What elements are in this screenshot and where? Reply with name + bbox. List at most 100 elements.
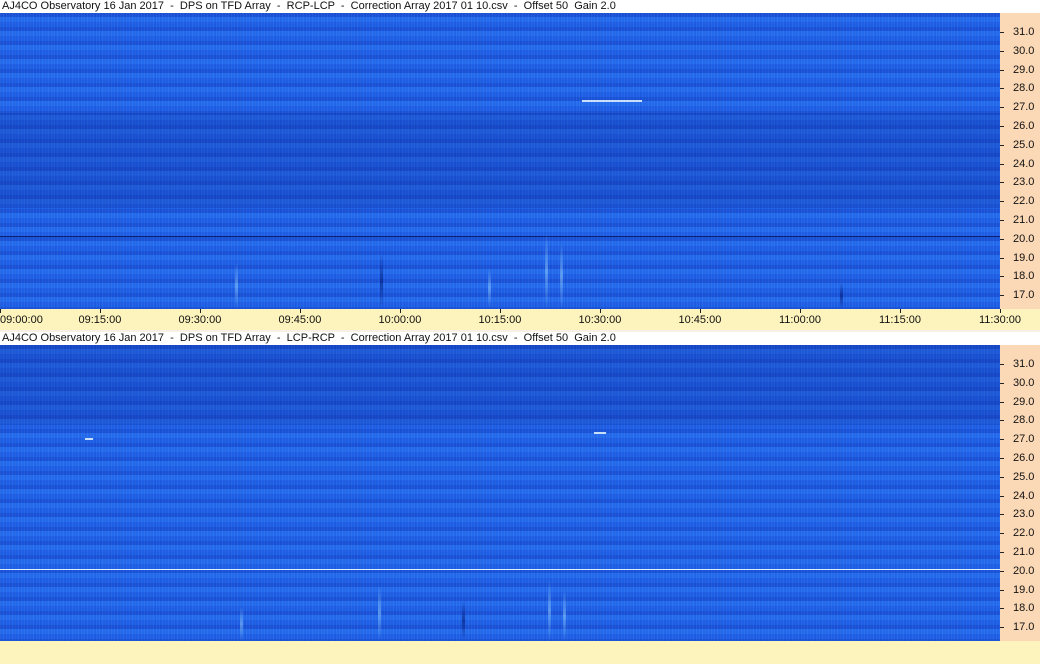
frequency-tick: 31.0 (1000, 26, 1040, 38)
frequency-tick-label: 23.0 (1013, 176, 1035, 189)
horizontal-marker-line (0, 569, 1000, 570)
burst-streak (563, 590, 566, 641)
signal-blip (85, 438, 93, 440)
frequency-tick: 31.0 (1000, 358, 1040, 370)
tick-mark (100, 309, 101, 313)
burst-streak (378, 585, 381, 641)
frequency-tick: 30.0 (1000, 45, 1040, 57)
tick-mark (1000, 144, 1004, 146)
tick-mark (1000, 182, 1004, 184)
frequency-tick-label: 19.0 (1013, 583, 1035, 596)
frequency-tick: 29.0 (1000, 64, 1040, 76)
frequency-tick-label: 31.0 (1013, 26, 1035, 38)
frequency-tick: 17.0 (1000, 621, 1040, 633)
time-axis: 09:00:00 09:15:00 09:30:00 09:45:00 10:00:00… (0, 309, 1040, 330)
frequency-tick: 23.0 (1000, 508, 1040, 520)
tick-mark (1000, 238, 1004, 240)
time-tick-label: 09:30:00 (178, 314, 222, 326)
signal-blip (594, 432, 606, 434)
burst-streak (462, 600, 465, 641)
tick-mark (1000, 163, 1004, 165)
frequency-tick-label: 27.0 (1013, 101, 1035, 114)
frequency-tick: 30.0 (1000, 377, 1040, 389)
tick-mark (200, 309, 201, 313)
tick-mark (1000, 608, 1004, 610)
frequency-tick-label: 17.0 (1013, 289, 1035, 302)
tick-mark (1000, 220, 1004, 221)
frequency-tick-label: 29.0 (1013, 63, 1035, 76)
tick-mark (1000, 439, 1004, 441)
tick-mark (1000, 69, 1004, 71)
tick-mark (600, 309, 601, 313)
frequency-tick-label: 26.0 (1013, 120, 1035, 132)
tick-mark (1000, 126, 1004, 127)
burst-streak (488, 268, 491, 308)
tick-mark (1000, 476, 1004, 478)
time-tick-label: 10:45:00 (678, 314, 722, 326)
frequency-tick-label: 20.0 (1013, 564, 1035, 577)
frequency-tick-label: 21.0 (1013, 546, 1035, 558)
top-spectrogram[interactable] (0, 13, 1000, 309)
frequency-tick: 19.0 (1000, 584, 1040, 596)
frequency-tick-label: 24.0 (1013, 157, 1035, 170)
burst-streak (235, 263, 238, 309)
tick-mark (1000, 627, 1004, 629)
tick-mark (1000, 514, 1004, 516)
time-tick-label: 09:45:00 (278, 314, 322, 326)
frequency-tick: 22.0 (1000, 195, 1040, 207)
frequency-tick: 27.0 (1000, 433, 1040, 445)
burst-streak (560, 243, 563, 309)
frequency-tick-label: 30.0 (1013, 376, 1035, 389)
tick-mark (1000, 309, 1001, 313)
bottom-panel-title: AJ4CO Observatory 16 Jan 2017 - DPS on T… (0, 332, 1040, 345)
frequency-tick: 19.0 (1000, 252, 1040, 264)
signal-blip (582, 100, 642, 102)
time-tick-label: 10:00:00 (378, 314, 422, 326)
frequency-tick-label: 22.0 (1013, 527, 1035, 540)
tick-mark (0, 309, 1, 313)
tick-mark (400, 309, 401, 313)
frequency-tick: 22.0 (1000, 527, 1040, 539)
tick-mark (1000, 276, 1004, 278)
frequency-tick: 26.0 (1000, 120, 1040, 132)
horizontal-marker-line (0, 236, 1000, 237)
frequency-tick: 28.0 (1000, 82, 1040, 94)
tick-mark (1000, 364, 1004, 365)
bottom-frequency-axis: 31.0 30.0 29.0 28.0 27.0 26.0 25.0 24.0 23.0 22.0… (1000, 345, 1040, 641)
tick-mark (500, 309, 501, 313)
frequency-tick-label: 25.0 (1013, 470, 1035, 483)
frequency-tick-label: 19.0 (1013, 251, 1035, 264)
tick-mark (700, 309, 701, 313)
frequency-tick-label: 27.0 (1013, 433, 1035, 446)
top-panel-title: AJ4CO Observatory 16 Jan 2017 - DPS on T… (0, 0, 1040, 13)
frequency-tick-label: 29.0 (1013, 395, 1035, 408)
frequency-tick: 24.0 (1000, 158, 1040, 170)
bottom-spectrogram[interactable] (0, 345, 1000, 641)
frequency-tick-label: 22.0 (1013, 195, 1035, 208)
tick-mark (1000, 401, 1004, 403)
frequency-tick-label: 31.0 (1013, 358, 1035, 370)
frequency-tick: 23.0 (1000, 176, 1040, 188)
frequency-tick-label: 21.0 (1013, 214, 1035, 226)
frequency-tick: 29.0 (1000, 396, 1040, 408)
frequency-tick-label: 25.0 (1013, 138, 1035, 151)
tick-mark (1000, 50, 1004, 52)
time-tick-label: 10:15:00 (478, 314, 522, 326)
tick-mark (1000, 295, 1004, 297)
frequency-tick-label: 17.0 (1013, 621, 1035, 634)
tick-mark (800, 309, 801, 313)
tick-mark (1000, 495, 1004, 497)
time-tick-label: 11:30:00 (979, 314, 1022, 326)
time-tick-label: 09:00:00 (0, 314, 43, 326)
frequency-tick: 17.0 (1000, 289, 1040, 301)
frequency-tick-label: 28.0 (1013, 82, 1035, 95)
tick-mark (1000, 458, 1004, 459)
frequency-tick-label: 18.0 (1013, 602, 1035, 615)
frequency-tick: 21.0 (1000, 546, 1040, 558)
burst-streak (380, 253, 383, 309)
time-tick-label: 10:30:00 (578, 314, 622, 326)
tick-mark (1000, 382, 1004, 384)
burst-streak (240, 607, 243, 641)
time-tick-label: 09:15:00 (78, 314, 122, 326)
frequency-tick: 25.0 (1000, 139, 1040, 151)
